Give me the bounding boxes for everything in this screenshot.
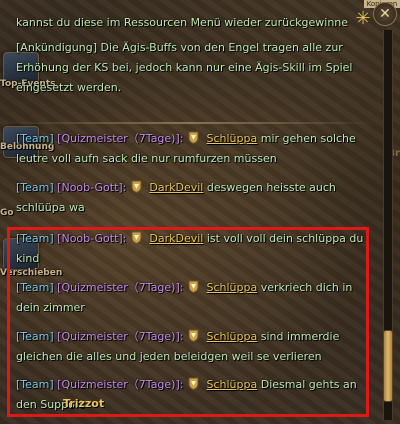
scroll-thumb[interactable] (383, 330, 393, 402)
close-icon[interactable]: ✕ (373, 2, 397, 26)
chat-message: [Team] [Noob-Gott]: DarkDevil deswegen h… (16, 178, 364, 218)
chat-line-0: kannst du diese im Ressourcen Menü wiede… (16, 13, 364, 33)
shield-icon (131, 180, 142, 193)
username-link[interactable]: Schlüppa (206, 132, 257, 145)
sender-title: [Noob-Gott]: (57, 181, 127, 194)
shield-icon (188, 131, 199, 144)
highlight-box (7, 227, 369, 417)
channel-tag: [Team] (16, 181, 54, 194)
channel-tag: [Team] (16, 132, 54, 145)
chat-scrollbar[interactable] (383, 30, 393, 420)
announcement-line: [Ankündigung] Die Ägis-Buffs von den Eng… (16, 38, 364, 98)
username-link[interactable]: DarkDevil (149, 181, 203, 194)
chat-text: kannst du diese im Ressourcen Menü wiede… (16, 16, 349, 29)
sender-title: [Quizmeister（7Tage)]: (57, 132, 184, 145)
chat-divider (6, 122, 376, 124)
announcement-text: [Ankündigung] Die Ägis-Buffs von den Eng… (16, 41, 353, 94)
chat-message: [Team] [Quizmeister（7Tage)]: Schlüppa mi… (16, 129, 364, 169)
